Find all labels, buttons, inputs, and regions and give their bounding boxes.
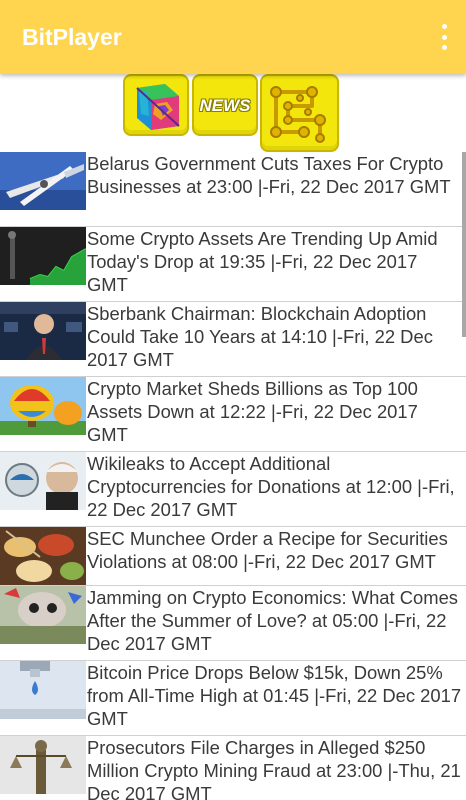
circuit-board-button[interactable] bbox=[260, 74, 339, 152]
faucet-drop-image bbox=[0, 661, 86, 719]
app-bar: BitPlayer bbox=[0, 0, 466, 74]
news-headline: Bitcoin Price Drops Below $15k, Down 25%… bbox=[87, 662, 462, 729]
news-label: NEWS bbox=[199, 96, 251, 115]
news-item[interactable]: Sberbank Chairman: Blockchain Adoption C… bbox=[0, 302, 466, 377]
ethereum-cube-button[interactable] bbox=[123, 74, 189, 136]
news-item[interactable]: Prosecutors File Charges in Alleged $250… bbox=[0, 736, 466, 800]
food-bowls-image bbox=[0, 527, 86, 585]
news-headline: SEC Munchee Order a Recipe for Securitie… bbox=[87, 528, 448, 572]
category-toolbar: NEWS bbox=[0, 74, 466, 152]
circuit-board-icon bbox=[270, 86, 326, 143]
news-item[interactable]: Bitcoin Price Drops Below $15k, Down 25%… bbox=[0, 661, 466, 736]
news-headline: Jamming on Crypto Economics: What Comes … bbox=[87, 587, 459, 654]
news-headline: Crypto Market Sheds Billions as Top 100 … bbox=[87, 378, 418, 445]
news-headline: Belarus Government Cuts Taxes For Crypto… bbox=[87, 153, 451, 197]
news-item[interactable]: Wikileaks to Accept Additional Cryptocur… bbox=[0, 452, 466, 527]
graffiti-image bbox=[0, 586, 86, 644]
news-list[interactable]: Belarus Government Cuts Taxes For Crypto… bbox=[0, 152, 466, 800]
app-title: BitPlayer bbox=[22, 24, 122, 50]
justice-statue-image bbox=[0, 736, 86, 794]
wikileaks-image bbox=[0, 452, 86, 510]
more-vert-icon[interactable] bbox=[438, 24, 450, 50]
news-headline: Wikileaks to Accept Additional Cryptocur… bbox=[87, 453, 455, 520]
news-headline: Prosecutors File Charges in Alleged $250… bbox=[87, 737, 461, 800]
trend-chart-image bbox=[0, 227, 86, 285]
news-item[interactable]: Jamming on Crypto Economics: What Comes … bbox=[0, 586, 466, 661]
hot-air-balloon-image bbox=[0, 377, 86, 435]
news-item[interactable]: Crypto Market Sheds Billions as Top 100 … bbox=[0, 377, 466, 452]
speaker-image bbox=[0, 302, 86, 360]
scissors-image bbox=[0, 152, 86, 210]
news-item[interactable]: Some Crypto Assets Are Trending Up Amid … bbox=[0, 227, 466, 302]
ethereum-cube-icon bbox=[136, 84, 180, 130]
news-headline: Some Crypto Assets Are Trending Up Amid … bbox=[87, 228, 438, 295]
news-item[interactable]: SEC Munchee Order a Recipe for Securitie… bbox=[0, 527, 466, 586]
list-scrollbar[interactable] bbox=[462, 152, 466, 337]
news-headline: Sberbank Chairman: Blockchain Adoption C… bbox=[87, 303, 433, 370]
news-item[interactable]: Belarus Government Cuts Taxes For Crypto… bbox=[0, 152, 466, 227]
news-button[interactable]: NEWS bbox=[192, 74, 258, 136]
